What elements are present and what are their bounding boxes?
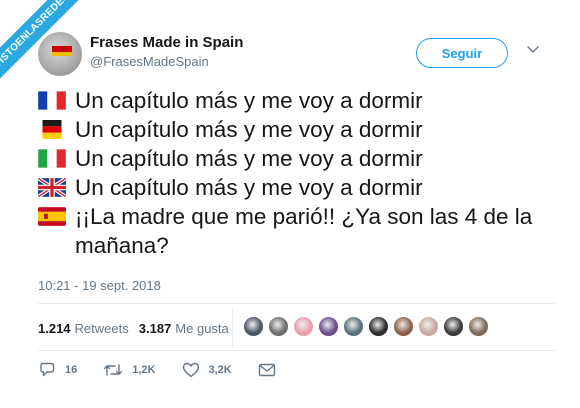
liker-avatar[interactable]	[443, 316, 464, 337]
tweet-line: Un capítulo más y me voy a dormir	[38, 173, 558, 202]
liker-avatar[interactable]	[268, 316, 289, 337]
engagement-stats: 1.214 Retweets 3.187 Me gusta	[38, 314, 229, 342]
liker-avatar[interactable]	[418, 316, 439, 337]
germany-flag-icon	[42, 120, 62, 139]
avatar-flag-band-yellow	[52, 52, 72, 56]
tweet-line-text: Un capítulo más y me voy a dormir	[75, 88, 423, 113]
tweet-line-text: Un capítulo más y me voy a dormir	[75, 146, 423, 171]
avatar[interactable]	[38, 32, 82, 76]
tweet-line: Un capítulo más y me voy a dormir	[38, 115, 558, 144]
likes-stat[interactable]: 3.187 Me gusta	[139, 321, 229, 336]
united-kingdom-flag-icon	[38, 178, 66, 197]
liker-avatar[interactable]	[368, 316, 389, 337]
divider	[38, 303, 558, 304]
envelope-icon	[258, 363, 275, 377]
tweet-line-text: Un capítulo más y me voy a dormir	[75, 175, 423, 200]
retweet-icon	[104, 364, 123, 376]
stats-separator	[232, 308, 233, 348]
italy-flag-icon	[38, 149, 66, 168]
tweet-body: Un capítulo más y me voy a dormir Un cap…	[38, 86, 558, 260]
likes-label: Me gusta	[175, 320, 229, 336]
tweet-header: Frases Made in Spain @FrasesMadeSpain Se…	[38, 30, 560, 78]
reply-icon	[40, 362, 55, 377]
retweet-count: 1,2K	[132, 364, 156, 376]
liker-avatar[interactable]	[393, 316, 414, 337]
retweets-label: Retweets	[74, 320, 129, 336]
spain-flag-icon	[38, 207, 66, 226]
likes-count: 3.187	[138, 320, 172, 336]
reply-count: 16	[65, 364, 78, 376]
like-action[interactable]: 3,2K	[182, 362, 232, 378]
user-handle[interactable]: @FrasesMadeSpain	[90, 54, 209, 69]
liker-avatar[interactable]	[318, 316, 339, 337]
tweet-line: Un capítulo más y me voy a dormir	[38, 86, 558, 115]
tweet-timestamp[interactable]: 10:21 - 19 sept. 2018	[38, 278, 161, 293]
liker-avatar[interactable]	[343, 316, 364, 337]
follow-button[interactable]: Seguir	[416, 38, 508, 68]
user-display-name[interactable]: Frases Made in Spain	[90, 34, 243, 51]
retweets-stat[interactable]: 1.214 Retweets	[38, 321, 129, 336]
retweet-action[interactable]: 1,2K	[103, 362, 156, 378]
tweet-line: Un capítulo más y me voy a dormir	[38, 144, 558, 173]
direct-message-action[interactable]	[258, 363, 276, 377]
liker-avatar[interactable]	[468, 316, 489, 337]
france-flag-icon	[38, 91, 66, 110]
heart-icon	[182, 362, 199, 378]
liker-avatar[interactable]	[293, 316, 314, 337]
liker-avatar[interactable]	[243, 316, 264, 337]
tweet-line-text: ¡¡La madre que me parió!! ¿Ya son las 4 …	[75, 204, 533, 258]
reply-action[interactable]: 16	[38, 362, 77, 378]
tweet-line-text: Un capítulo más y me voy a dormir	[75, 117, 423, 142]
tweet-line: ¡¡La madre que me parió!! ¿Ya son las 4 …	[38, 202, 558, 260]
retweets-count: 1.214	[38, 320, 71, 336]
tweet-actions: 16 1,2K 3,2K	[38, 360, 302, 380]
chevron-down-icon[interactable]	[526, 42, 540, 56]
like-count: 3,2K	[208, 364, 232, 376]
likers-avatars	[243, 316, 493, 337]
divider	[38, 350, 558, 351]
